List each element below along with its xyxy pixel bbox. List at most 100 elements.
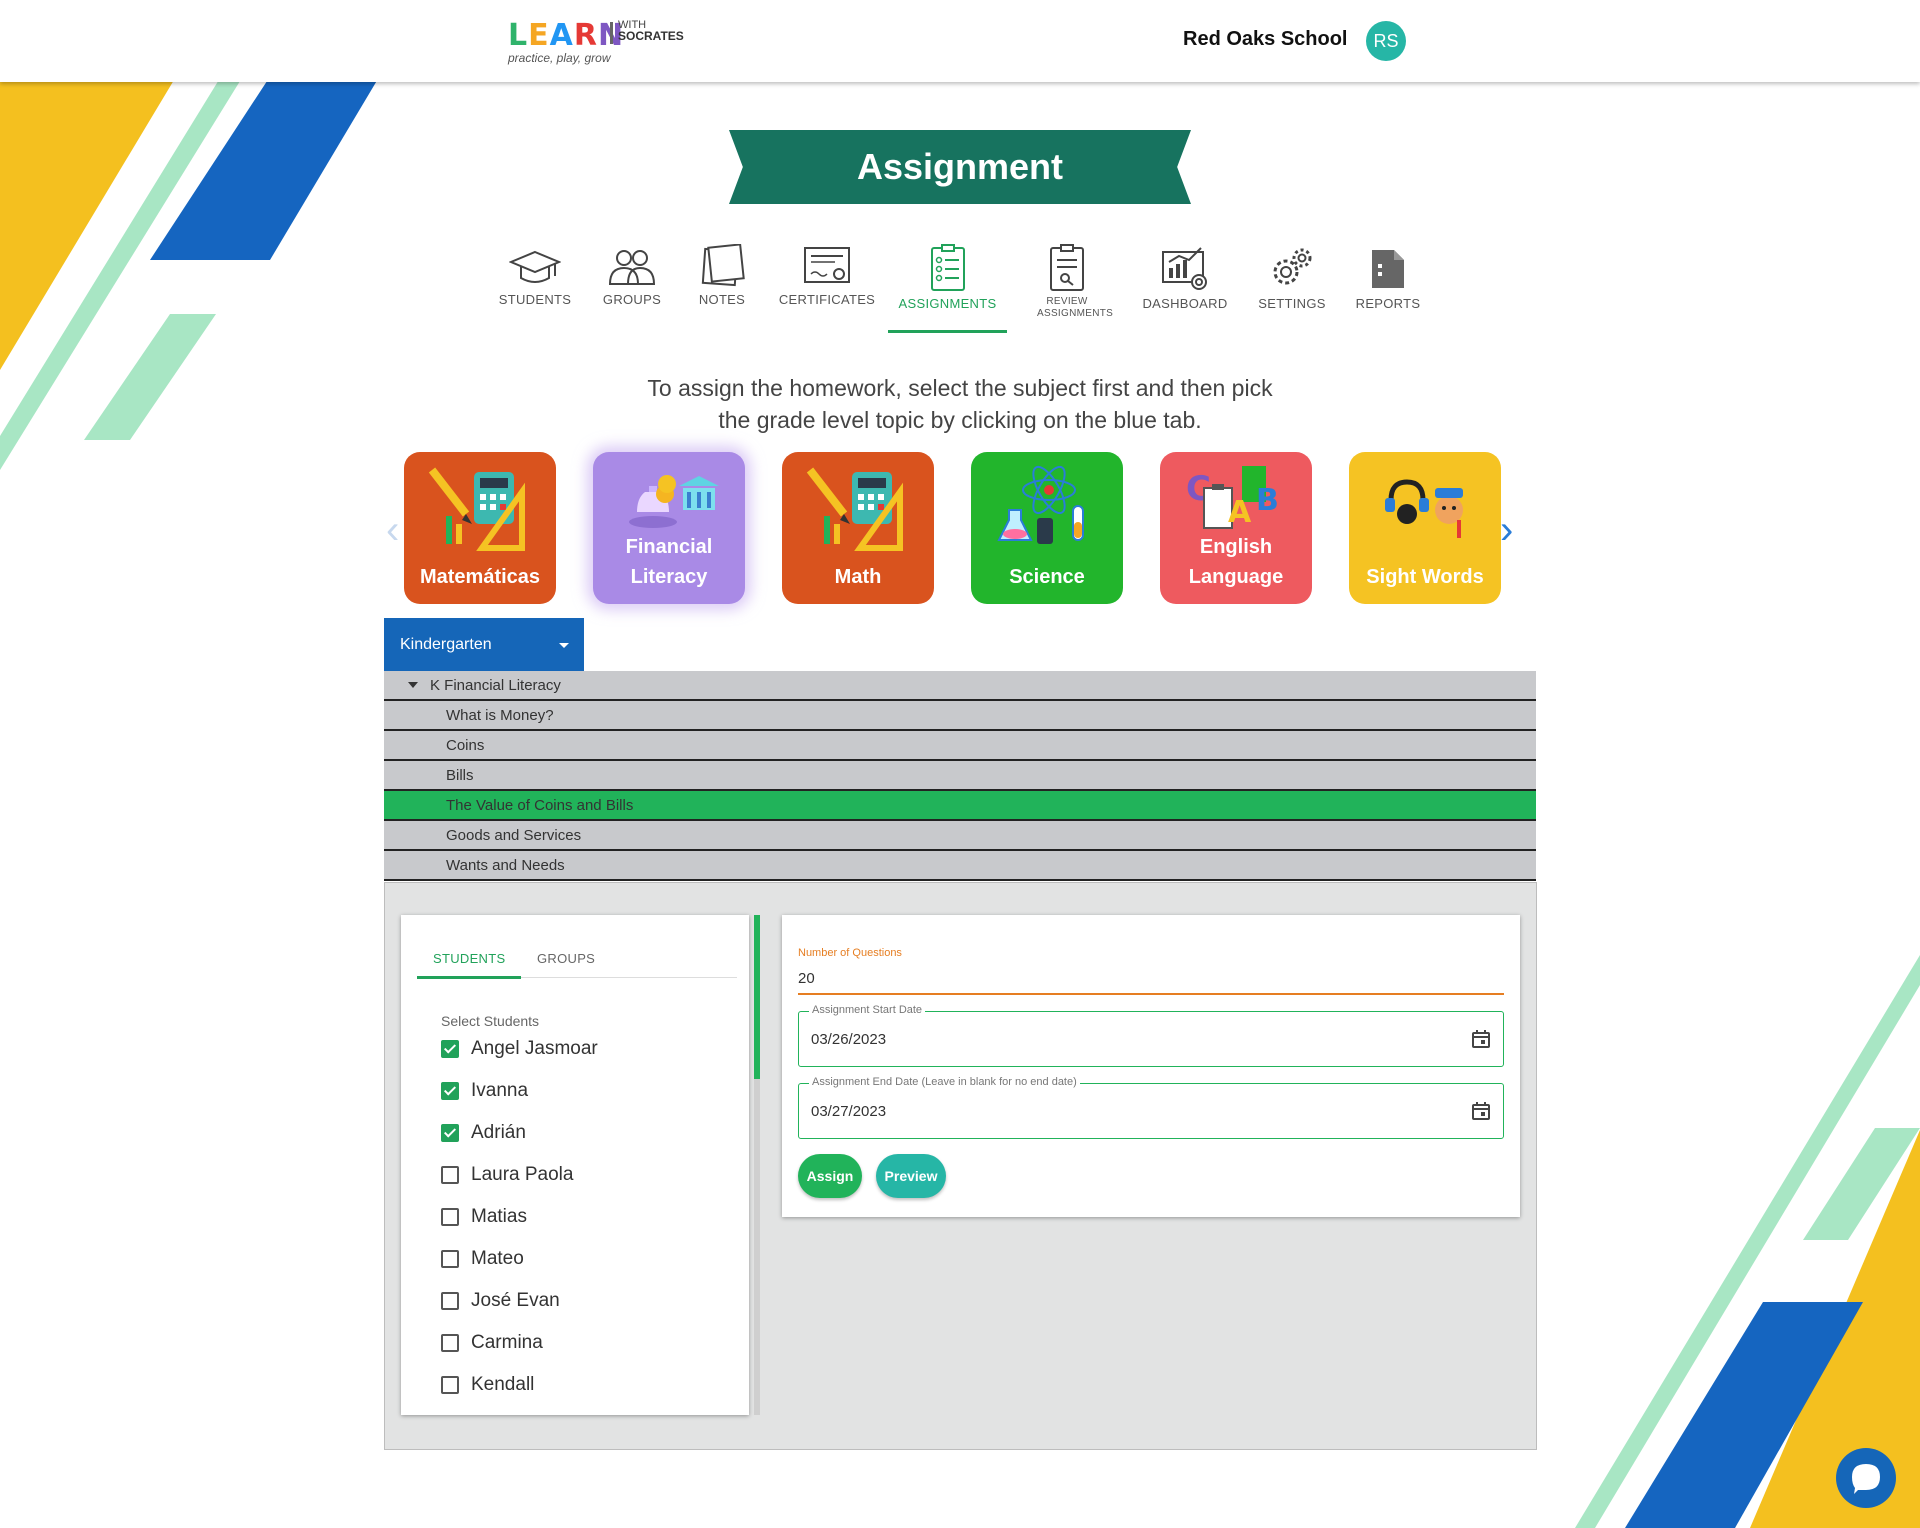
tab-students[interactable]: STUDENTS (433, 951, 505, 966)
students-scrollbar-thumb[interactable] (754, 915, 760, 1079)
student-name: Adrián (471, 1122, 526, 1143)
assignment-form: Number of Questions 20 Assignment Start … (782, 915, 1520, 1217)
learn-with-socrates-logo[interactable]: LEARN WITHSOCRATES practice, play, grow (508, 18, 684, 65)
subject-label: Financial Literacy (593, 532, 745, 592)
nav-review-assignments[interactable]: REVIEW ASSIGNMENTS (1020, 244, 1114, 320)
select-students-label: Select Students (441, 1013, 540, 1029)
users-icon (608, 250, 656, 285)
top-header: LEARN WITHSOCRATES practice, play, grow … (0, 0, 1920, 82)
end-date-field[interactable]: Assignment End Date (Leave in blank for … (798, 1076, 1504, 1139)
nav-settings[interactable]: SETTINGS (1254, 244, 1330, 311)
nav-students[interactable]: STUDENTS (498, 244, 572, 307)
logo-divider (610, 22, 613, 44)
calendar-icon[interactable] (1471, 1029, 1491, 1049)
nav-active-indicator (888, 330, 1007, 333)
nav-dashboard[interactable]: DASHBOARD (1140, 244, 1230, 311)
checkbox-checked[interactable] (441, 1082, 459, 1100)
start-date-field[interactable]: Assignment Start Date 03/26/2023 (798, 1004, 1504, 1067)
checkbox-unchecked[interactable] (441, 1250, 459, 1268)
review-clipboard-icon (1050, 244, 1084, 291)
logo-with-socrates: WITH SOCRATES (618, 19, 684, 43)
topic-item[interactable]: Coins (384, 731, 1536, 761)
money-bank-icon (629, 475, 719, 528)
tab-active-indicator (417, 976, 521, 979)
checkbox-checked[interactable] (441, 1040, 459, 1058)
number-of-questions-input[interactable]: 20 (798, 970, 815, 987)
topic-label: The Value of Coins and Bills (446, 797, 634, 814)
subject-label-line-2: Literacy (630, 566, 708, 588)
subject-card-science[interactable]: Science (971, 452, 1123, 604)
gears-icon (1273, 248, 1312, 285)
students-panel: STUDENTS GROUPS Select Students Angel Ja… (401, 915, 749, 1415)
tab-groups[interactable]: GROUPS (537, 951, 595, 966)
nav-label: GROUPS (602, 292, 662, 307)
science-lab-icon (997, 465, 1084, 544)
chevron-down-icon (559, 643, 569, 648)
number-of-questions-underline (798, 993, 1504, 995)
clipboard-list-icon (930, 244, 965, 291)
grade-select[interactable]: Kindergarten (384, 618, 584, 671)
nav-certificates[interactable]: CERTIFICATES (778, 244, 876, 307)
sight-words-icon (1385, 479, 1463, 538)
subject-label: Sight Words (1366, 566, 1484, 588)
nav-reports[interactable]: REPORTS (1350, 244, 1426, 311)
nav-groups[interactable]: GROUPS (598, 244, 666, 307)
dashboard-icon (1162, 247, 1207, 290)
topic-item-selected[interactable]: The Value of Coins and Bills (384, 791, 1536, 821)
checkbox-checked[interactable] (441, 1124, 459, 1142)
logo-wordmark: LEARN (508, 18, 623, 53)
assignment-workspace: STUDENTS GROUPS Select Students Angel Ja… (384, 882, 1537, 1450)
end-date-label: Assignment End Date (Leave in blank for … (809, 1076, 1080, 1088)
notes-icon (701, 244, 745, 287)
checkbox-unchecked[interactable] (441, 1334, 459, 1352)
user-avatar[interactable]: RS (1366, 21, 1406, 61)
checkbox-unchecked[interactable] (441, 1292, 459, 1310)
checkbox-unchecked[interactable] (441, 1376, 459, 1394)
preview-button[interactable]: Preview (876, 1154, 946, 1198)
nav-notes[interactable]: NOTES (692, 244, 752, 307)
school-name: Red Oaks School (1183, 28, 1348, 50)
topic-label: Coins (446, 737, 485, 754)
page-title: Assignment (729, 130, 1191, 204)
chat-launcher-button[interactable] (1836, 1448, 1896, 1508)
checkbox-unchecked[interactable] (441, 1166, 459, 1184)
checkbox-unchecked[interactable] (441, 1208, 459, 1226)
topic-label: What is Money? (446, 707, 554, 724)
topic-item[interactable]: Goods and Services (384, 821, 1536, 851)
student-name: Kendall (471, 1374, 535, 1395)
instructions-text: To assign the homework, select the subje… (560, 372, 1360, 436)
end-date-value[interactable]: 03/27/2023 (811, 1103, 886, 1120)
calendar-icon[interactable] (1471, 1101, 1491, 1121)
student-name: Ivanna (471, 1080, 529, 1101)
student-name: Carmina (471, 1332, 543, 1353)
assign-button[interactable]: Assign (798, 1154, 862, 1198)
students-scrollbar-track[interactable] (754, 1079, 760, 1415)
subject-card-math[interactable]: Math (782, 452, 934, 604)
caret-down-icon (408, 682, 418, 688)
svg-text:B: B (1256, 483, 1279, 518)
subject-label: Math (834, 566, 882, 588)
nav-label: CERTIFICATES (778, 292, 876, 307)
nav-assignments[interactable]: ASSIGNMENTS (888, 244, 1007, 311)
topic-label: Wants and Needs (446, 857, 565, 874)
main-nav: STUDENTS GROUPS NOTES CERTIFICATES ASSIG… (0, 244, 1920, 334)
svg-text:A: A (1228, 495, 1252, 530)
carousel-prev-arrow-icon[interactable]: ‹ (386, 508, 399, 553)
topic-item[interactable]: Bills (384, 761, 1536, 791)
topic-group-header[interactable]: K Financial Literacy (384, 671, 1536, 701)
number-of-questions-label: Number of Questions (798, 947, 902, 959)
carousel-next-arrow-icon[interactable]: › (1500, 508, 1513, 553)
student-name: Matias (471, 1206, 527, 1227)
subject-card-financial-literacy[interactable]: Financial Literacy (593, 452, 745, 604)
nav-label: STUDENTS (498, 292, 572, 307)
math-tools-icon (428, 467, 525, 551)
topic-item[interactable]: What is Money? (384, 701, 1536, 731)
subject-card-english-language[interactable]: C A B English Language (1160, 452, 1312, 604)
topic-item[interactable]: Wants and Needs (384, 851, 1536, 881)
report-file-icon (1372, 250, 1404, 288)
nav-label: ASSIGNMENTS (898, 296, 997, 311)
subject-card-matematicas[interactable]: Matemáticas (404, 452, 556, 604)
subject-label: Science (1009, 566, 1085, 588)
subject-card-sight-words[interactable]: Sight Words (1349, 452, 1501, 604)
start-date-value[interactable]: 03/26/2023 (811, 1031, 886, 1048)
